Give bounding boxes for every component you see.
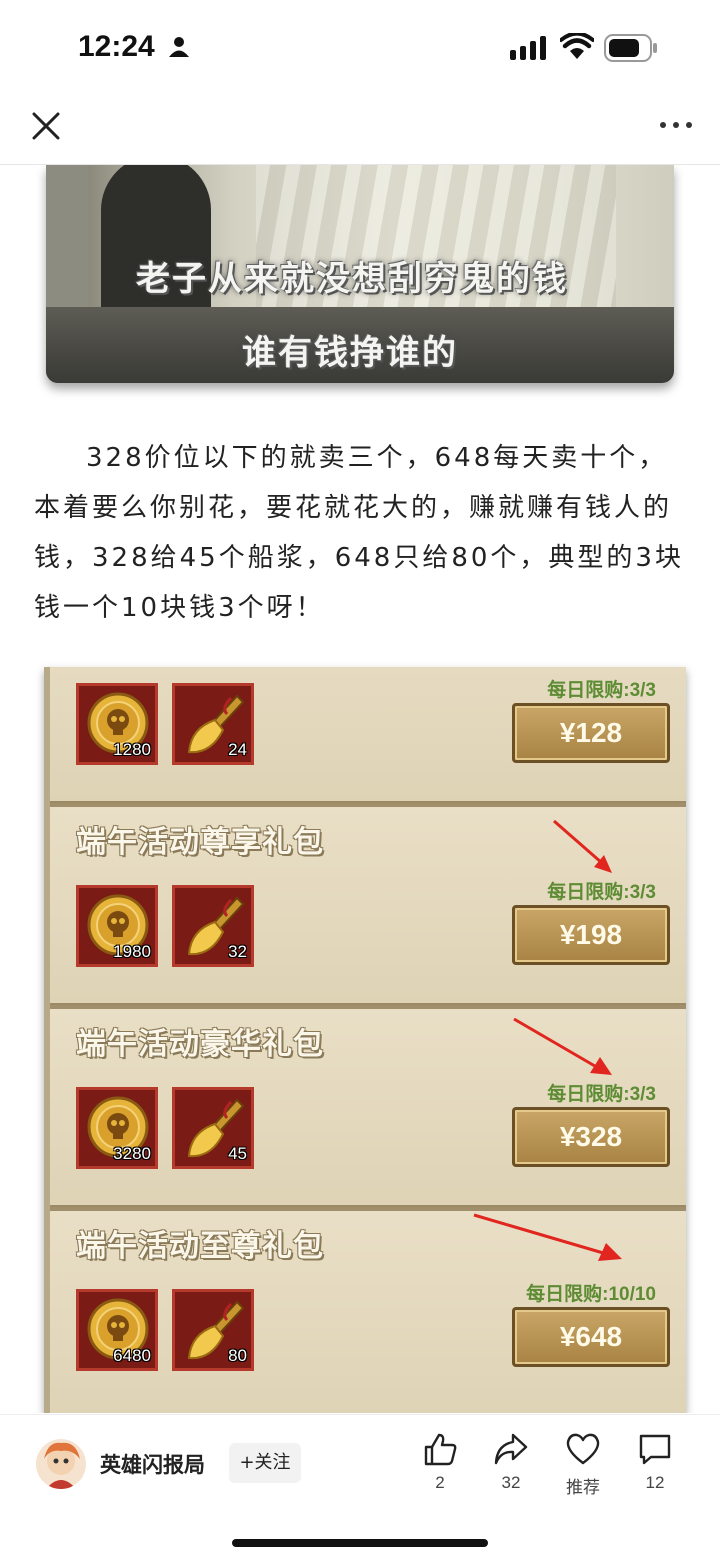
status-bar: 12:24 xyxy=(0,0,720,96)
recommend-label: 推荐 xyxy=(566,1478,600,1497)
close-icon[interactable] xyxy=(28,108,64,144)
share-count: 32 xyxy=(501,1473,521,1492)
nav-bar xyxy=(0,96,720,165)
daily-limit: 每日限购:3/3 xyxy=(547,1084,656,1105)
shop-pack: 端午活动豪华礼包 3280 45 每日限购:3/3 ¥328 xyxy=(50,1005,686,1211)
price-button[interactable]: ¥328 xyxy=(512,1107,670,1167)
meme-caption-line1: 老子从来就没想刮穷鬼的钱 xyxy=(136,259,568,299)
paddle-count: 45 xyxy=(228,1144,247,1163)
like-count: 2 xyxy=(435,1473,445,1492)
red-arrow-icon xyxy=(513,1017,612,1075)
coin-item: 6480 xyxy=(76,1289,158,1371)
meme-caption-line2: 谁有钱挣谁的 xyxy=(242,333,458,373)
paddle-count: 24 xyxy=(228,740,247,759)
share-icon xyxy=(494,1433,528,1465)
paddle-count: 32 xyxy=(228,942,247,961)
pack-title: 端午活动尊享礼包 xyxy=(76,825,324,860)
comment-icon xyxy=(639,1434,671,1465)
shop-pack: 1280 24 每日限购:3/3 ¥128 xyxy=(50,667,686,807)
daily-limit: 每日限购:3/3 xyxy=(547,882,656,903)
red-arrow-icon xyxy=(473,1213,622,1261)
shop-pack: 端午活动尊享礼包 1980 32 每日限购:3/3 ¥198 xyxy=(50,803,686,1009)
share-button[interactable]: 32 xyxy=(481,1431,541,1493)
price-button[interactable]: ¥648 xyxy=(512,1307,670,1367)
paddle-item: 80 xyxy=(172,1289,254,1371)
article-paragraph: 328价位以下的就卖三个，648每天卖十个，本着要么你别花，要花就花大的，赚就赚… xyxy=(34,443,684,623)
coin-count: 6480 xyxy=(113,1346,151,1365)
pack-title: 端午活动豪华礼包 xyxy=(76,1027,324,1062)
comment-button[interactable]: 12 xyxy=(625,1431,685,1493)
status-time: 12:24 xyxy=(78,30,155,63)
coin-item: 3280 xyxy=(76,1087,158,1169)
meme-image: 老子从来就没想刮穷鬼的钱 谁有钱挣谁的 xyxy=(46,165,674,383)
home-indicator[interactable] xyxy=(232,1539,488,1547)
price-button[interactable]: ¥198 xyxy=(512,905,670,965)
author-name[interactable]: 英雄闪报局 xyxy=(100,1449,205,1479)
thumbs-up-icon xyxy=(424,1433,457,1466)
cellular-signal-icon xyxy=(510,36,546,60)
bottom-action-bar: 英雄闪报局 +关注 2 32 推荐 12 xyxy=(0,1414,720,1562)
more-options-icon[interactable] xyxy=(654,110,698,140)
daily-limit: 每日限购:10/10 xyxy=(526,1284,656,1305)
comment-count: 12 xyxy=(645,1473,665,1492)
coin-item: 1280 xyxy=(76,683,158,765)
shop-pack: 端午活动至尊礼包 6480 80 每日限购:10/10 ¥648 xyxy=(50,1207,686,1413)
author-avatar[interactable] xyxy=(36,1439,86,1489)
follow-button[interactable]: +关注 xyxy=(229,1443,301,1483)
coin-count: 1280 xyxy=(113,740,151,759)
battery-icon xyxy=(604,34,657,62)
paddle-item: 32 xyxy=(172,885,254,967)
pack-title: 端午活动至尊礼包 xyxy=(76,1229,324,1264)
price-button[interactable]: ¥128 xyxy=(512,703,670,763)
heart-icon xyxy=(566,1433,600,1465)
article-content: 老子从来就没想刮穷鬼的钱 谁有钱挣谁的 328价位以下的就卖三个，648每天卖十… xyxy=(0,165,720,1413)
red-arrow-icon xyxy=(553,819,612,873)
person-icon xyxy=(169,37,189,57)
daily-limit: 每日限购:3/3 xyxy=(547,680,656,701)
recommend-button[interactable]: 推荐 xyxy=(553,1431,613,1498)
game-shop-screenshot: 1280 24 每日限购:3/3 ¥128 端午活动尊享礼包 1980 32 每… xyxy=(44,667,686,1413)
wifi-icon xyxy=(560,33,594,59)
paddle-item: 45 xyxy=(172,1087,254,1169)
paddle-item: 24 xyxy=(172,683,254,765)
coin-count: 1980 xyxy=(113,942,151,961)
paddle-count: 80 xyxy=(228,1346,247,1365)
like-button[interactable]: 2 xyxy=(410,1431,470,1493)
coin-item: 1980 xyxy=(76,885,158,967)
coin-count: 3280 xyxy=(113,1144,151,1163)
